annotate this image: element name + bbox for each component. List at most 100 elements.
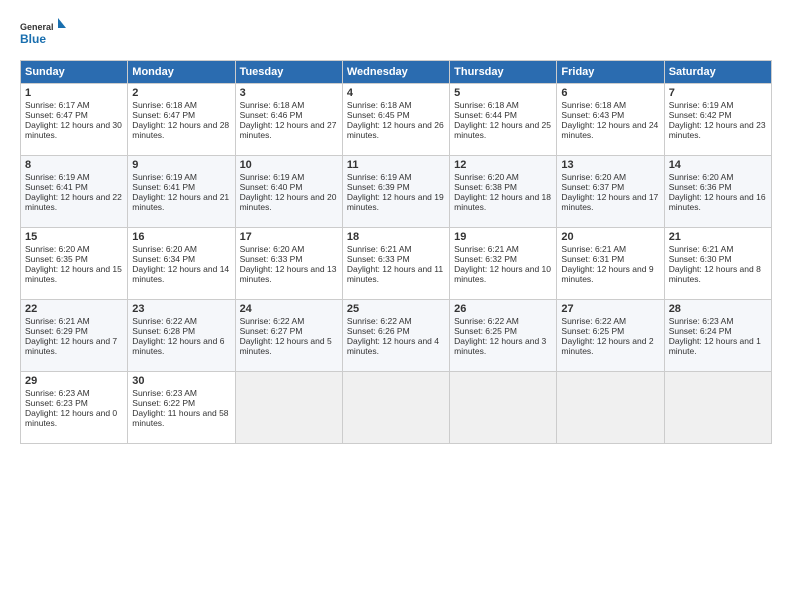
day-number: 26	[454, 303, 552, 315]
sunset: Sunset: 6:32 PM	[454, 254, 517, 264]
calendar-body: 1Sunrise: 6:17 AMSunset: 6:47 PMDaylight…	[21, 84, 772, 444]
calendar-cell: 12Sunrise: 6:20 AMSunset: 6:38 PMDayligh…	[450, 156, 557, 228]
sunset: Sunset: 6:23 PM	[25, 398, 88, 408]
day-number: 8	[25, 159, 123, 171]
daylight: Daylight: 12 hours and 11 minutes.	[347, 264, 443, 284]
day-number: 22	[25, 303, 123, 315]
calendar-cell	[450, 372, 557, 444]
sunrise: Sunrise: 6:23 AM	[669, 316, 734, 326]
sunrise: Sunrise: 6:20 AM	[669, 172, 734, 182]
calendar-cell: 13Sunrise: 6:20 AMSunset: 6:37 PMDayligh…	[557, 156, 664, 228]
sunset: Sunset: 6:41 PM	[132, 182, 195, 192]
sunset: Sunset: 6:45 PM	[347, 110, 410, 120]
logo: General Blue	[20, 16, 70, 52]
calendar-cell	[664, 372, 771, 444]
calendar-cell: 4Sunrise: 6:18 AMSunset: 6:45 PMDaylight…	[342, 84, 449, 156]
day-number: 25	[347, 303, 445, 315]
calendar-cell: 19Sunrise: 6:21 AMSunset: 6:32 PMDayligh…	[450, 228, 557, 300]
daylight: Daylight: 12 hours and 16 minutes.	[669, 192, 766, 212]
calendar-cell: 9Sunrise: 6:19 AMSunset: 6:41 PMDaylight…	[128, 156, 235, 228]
calendar-week-row: 29Sunrise: 6:23 AMSunset: 6:23 PMDayligh…	[21, 372, 772, 444]
calendar-cell: 16Sunrise: 6:20 AMSunset: 6:34 PMDayligh…	[128, 228, 235, 300]
calendar-cell: 28Sunrise: 6:23 AMSunset: 6:24 PMDayligh…	[664, 300, 771, 372]
daylight: Daylight: 12 hours and 17 minutes.	[561, 192, 658, 212]
day-number: 9	[132, 159, 230, 171]
daylight: Daylight: 12 hours and 1 minute.	[669, 336, 761, 356]
calendar-cell: 6Sunrise: 6:18 AMSunset: 6:43 PMDaylight…	[557, 84, 664, 156]
daylight: Daylight: 12 hours and 0 minutes.	[25, 408, 117, 428]
sunrise: Sunrise: 6:22 AM	[132, 316, 197, 326]
sunset: Sunset: 6:26 PM	[347, 326, 410, 336]
daylight: Daylight: 12 hours and 7 minutes.	[25, 336, 117, 356]
day-number: 5	[454, 87, 552, 99]
calendar-cell: 7Sunrise: 6:19 AMSunset: 6:42 PMDaylight…	[664, 84, 771, 156]
daylight: Daylight: 12 hours and 30 minutes.	[25, 120, 122, 140]
sunrise: Sunrise: 6:18 AM	[454, 100, 519, 110]
daylight: Daylight: 12 hours and 25 minutes.	[454, 120, 551, 140]
calendar-page: General Blue SundayMondayTuesdayWednesda…	[0, 0, 792, 612]
day-number: 6	[561, 87, 659, 99]
sunset: Sunset: 6:37 PM	[561, 182, 624, 192]
calendar-cell: 24Sunrise: 6:22 AMSunset: 6:27 PMDayligh…	[235, 300, 342, 372]
calendar-cell	[235, 372, 342, 444]
day-number: 15	[25, 231, 123, 243]
sunrise: Sunrise: 6:18 AM	[347, 100, 412, 110]
sunset: Sunset: 6:30 PM	[669, 254, 732, 264]
calendar-cell: 18Sunrise: 6:21 AMSunset: 6:33 PMDayligh…	[342, 228, 449, 300]
calendar-cell: 11Sunrise: 6:19 AMSunset: 6:39 PMDayligh…	[342, 156, 449, 228]
sunset: Sunset: 6:22 PM	[132, 398, 195, 408]
daylight: Daylight: 12 hours and 28 minutes.	[132, 120, 229, 140]
daylight: Daylight: 12 hours and 6 minutes.	[132, 336, 224, 356]
daylight: Daylight: 12 hours and 20 minutes.	[240, 192, 337, 212]
daylight: Daylight: 12 hours and 15 minutes.	[25, 264, 122, 284]
sunset: Sunset: 6:39 PM	[347, 182, 410, 192]
sunset: Sunset: 6:44 PM	[454, 110, 517, 120]
day-number: 17	[240, 231, 338, 243]
day-number: 23	[132, 303, 230, 315]
day-number: 16	[132, 231, 230, 243]
day-number: 7	[669, 87, 767, 99]
sunrise: Sunrise: 6:21 AM	[669, 244, 734, 254]
sunrise: Sunrise: 6:20 AM	[25, 244, 90, 254]
sunrise: Sunrise: 6:20 AM	[454, 172, 519, 182]
weekday-header: Saturday	[664, 61, 771, 84]
calendar-week-row: 15Sunrise: 6:20 AMSunset: 6:35 PMDayligh…	[21, 228, 772, 300]
daylight: Daylight: 12 hours and 22 minutes.	[25, 192, 122, 212]
sunset: Sunset: 6:33 PM	[240, 254, 303, 264]
sunset: Sunset: 6:25 PM	[561, 326, 624, 336]
calendar-cell: 23Sunrise: 6:22 AMSunset: 6:28 PMDayligh…	[128, 300, 235, 372]
sunset: Sunset: 6:34 PM	[132, 254, 195, 264]
logo-svg: General Blue	[20, 16, 70, 52]
sunset: Sunset: 6:31 PM	[561, 254, 624, 264]
sunrise: Sunrise: 6:23 AM	[25, 388, 90, 398]
daylight: Daylight: 12 hours and 19 minutes.	[347, 192, 444, 212]
svg-text:General: General	[20, 22, 54, 32]
daylight: Daylight: 12 hours and 27 minutes.	[240, 120, 337, 140]
daylight: Daylight: 12 hours and 8 minutes.	[669, 264, 761, 284]
sunset: Sunset: 6:42 PM	[669, 110, 732, 120]
sunrise: Sunrise: 6:21 AM	[347, 244, 412, 254]
calendar-cell: 10Sunrise: 6:19 AMSunset: 6:40 PMDayligh…	[235, 156, 342, 228]
daylight: Daylight: 12 hours and 2 minutes.	[561, 336, 653, 356]
day-number: 24	[240, 303, 338, 315]
sunset: Sunset: 6:25 PM	[454, 326, 517, 336]
calendar-cell	[342, 372, 449, 444]
calendar-cell: 27Sunrise: 6:22 AMSunset: 6:25 PMDayligh…	[557, 300, 664, 372]
calendar-cell: 17Sunrise: 6:20 AMSunset: 6:33 PMDayligh…	[235, 228, 342, 300]
daylight: Daylight: 12 hours and 13 minutes.	[240, 264, 337, 284]
day-number: 2	[132, 87, 230, 99]
calendar-cell: 20Sunrise: 6:21 AMSunset: 6:31 PMDayligh…	[557, 228, 664, 300]
day-number: 3	[240, 87, 338, 99]
sunrise: Sunrise: 6:18 AM	[240, 100, 305, 110]
day-number: 29	[25, 375, 123, 387]
sunset: Sunset: 6:29 PM	[25, 326, 88, 336]
sunrise: Sunrise: 6:22 AM	[347, 316, 412, 326]
weekday-header: Wednesday	[342, 61, 449, 84]
daylight: Daylight: 12 hours and 23 minutes.	[669, 120, 766, 140]
daylight: Daylight: 12 hours and 10 minutes.	[454, 264, 551, 284]
sunrise: Sunrise: 6:21 AM	[454, 244, 519, 254]
sunrise: Sunrise: 6:19 AM	[240, 172, 305, 182]
sunset: Sunset: 6:28 PM	[132, 326, 195, 336]
weekday-header: Thursday	[450, 61, 557, 84]
day-number: 12	[454, 159, 552, 171]
